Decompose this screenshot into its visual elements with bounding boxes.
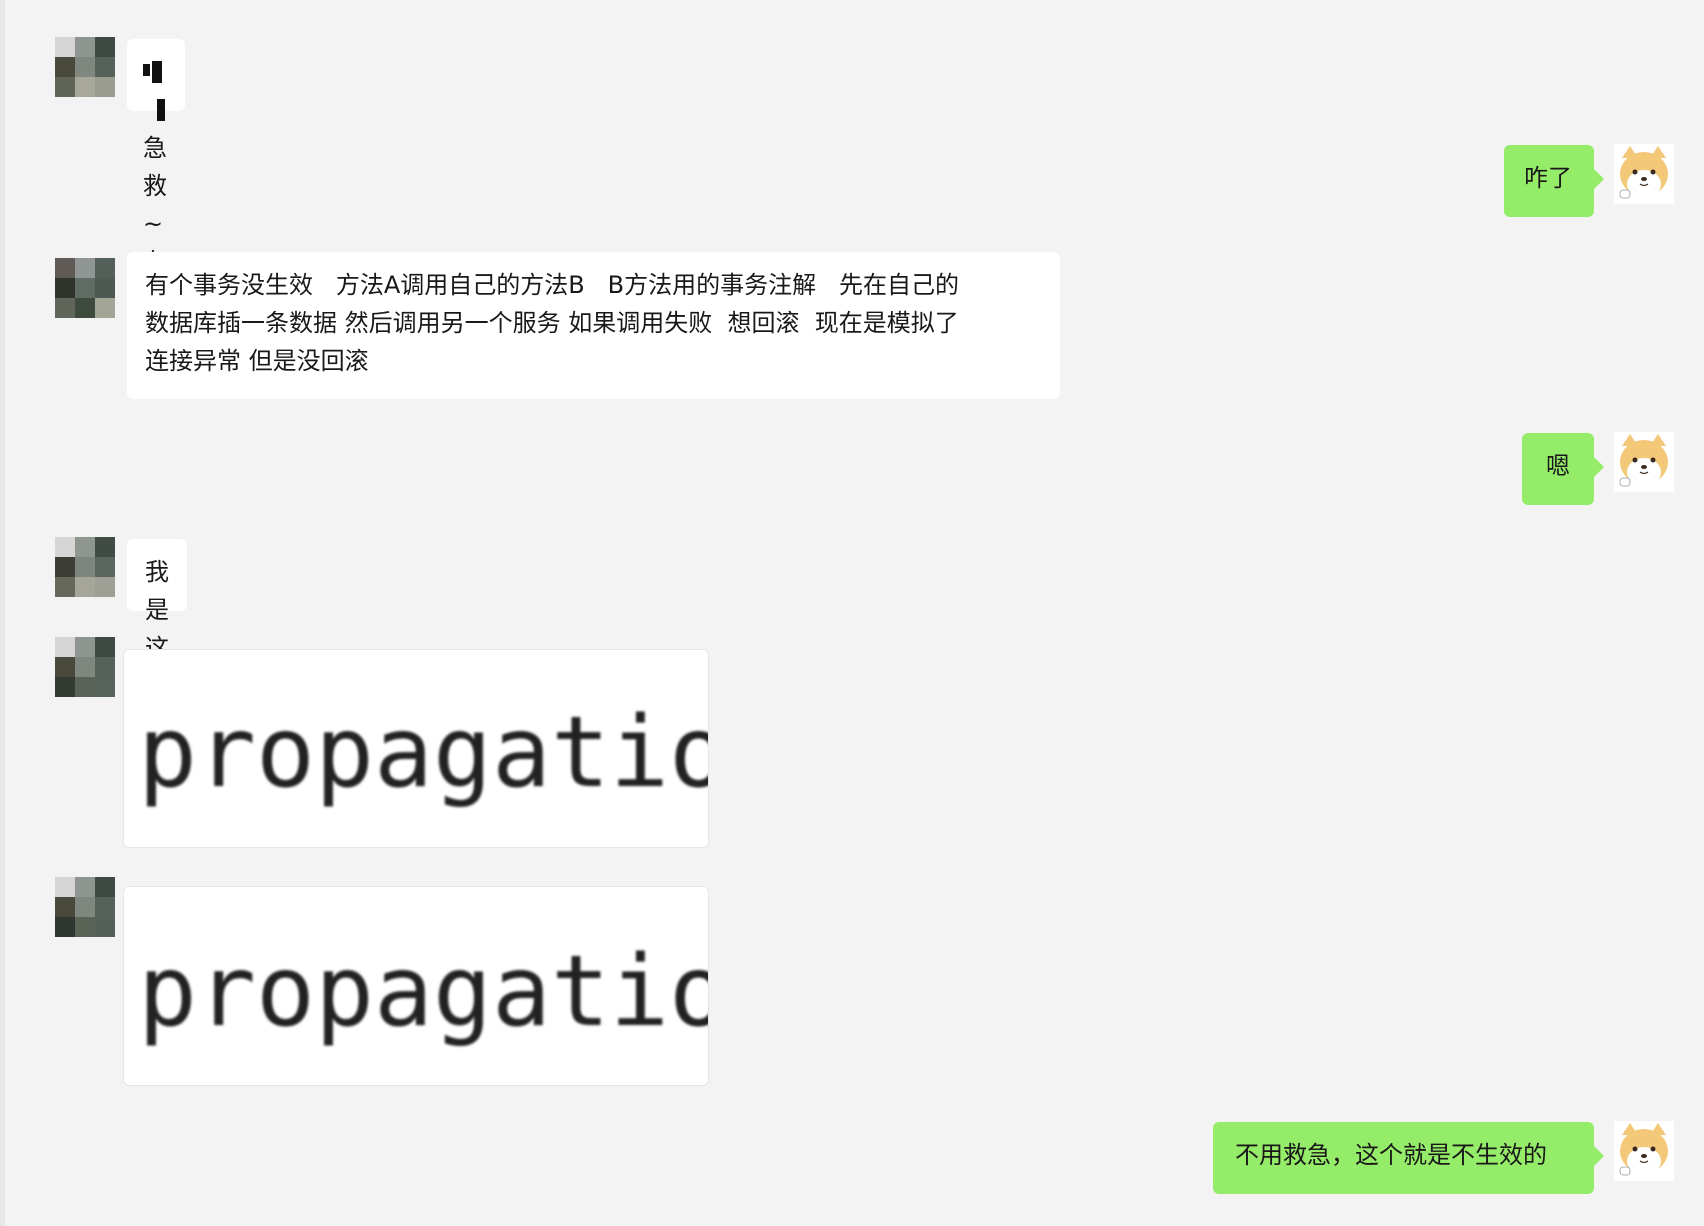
shiba-dog-avatar-icon[interactable] [1614, 1121, 1674, 1181]
image-message[interactable]: propagatio [123, 649, 709, 848]
redacted-block [143, 64, 150, 76]
message-bubble[interactable]: 嗯 [1522, 433, 1604, 505]
image-text: propagatio [138, 696, 709, 810]
message-text-line: 连接异常 但是没回滚 [145, 347, 369, 375]
window-edge [0, 0, 5, 1226]
avatar[interactable] [55, 537, 115, 597]
message-bubble[interactable]: 急救~有空不 [127, 39, 185, 352]
message-text: 嗯 [1546, 452, 1570, 480]
message-bubble[interactable]: 不用救急，这个就是不生效的 [1213, 1122, 1604, 1194]
redacted-block [157, 99, 165, 121]
image-text: propagatio [138, 935, 709, 1049]
message-text: 咋了 [1524, 164, 1572, 192]
message-text-line: 数据库插一条数据 然后调用另一个服务 如果调用失败 想回滚 现在是模拟了 [145, 309, 959, 337]
avatar[interactable] [55, 637, 115, 697]
shiba-dog-avatar-icon[interactable] [1614, 144, 1674, 204]
message-bubble[interactable]: 咋了 [1504, 145, 1604, 217]
avatar[interactable] [55, 37, 115, 97]
shiba-dog-avatar-icon[interactable] [1614, 432, 1674, 492]
avatar[interactable] [55, 258, 115, 318]
message-bubble[interactable]: 我是这么写的 [127, 539, 187, 776]
image-message[interactable]: propagatio [123, 886, 709, 1086]
message-text: 不用救急，这个就是不生效的 [1235, 1141, 1547, 1169]
avatar[interactable] [55, 877, 115, 937]
message-bubble[interactable]: 有个事务没生效 方法A调用自己的方法B B方法用的事务注解 先在自己的 数据库插… [127, 252, 1060, 399]
message-text-line: 有个事务没生效 方法A调用自己的方法B B方法用的事务注解 先在自己的 [145, 271, 960, 299]
redacted-block [152, 61, 162, 83]
